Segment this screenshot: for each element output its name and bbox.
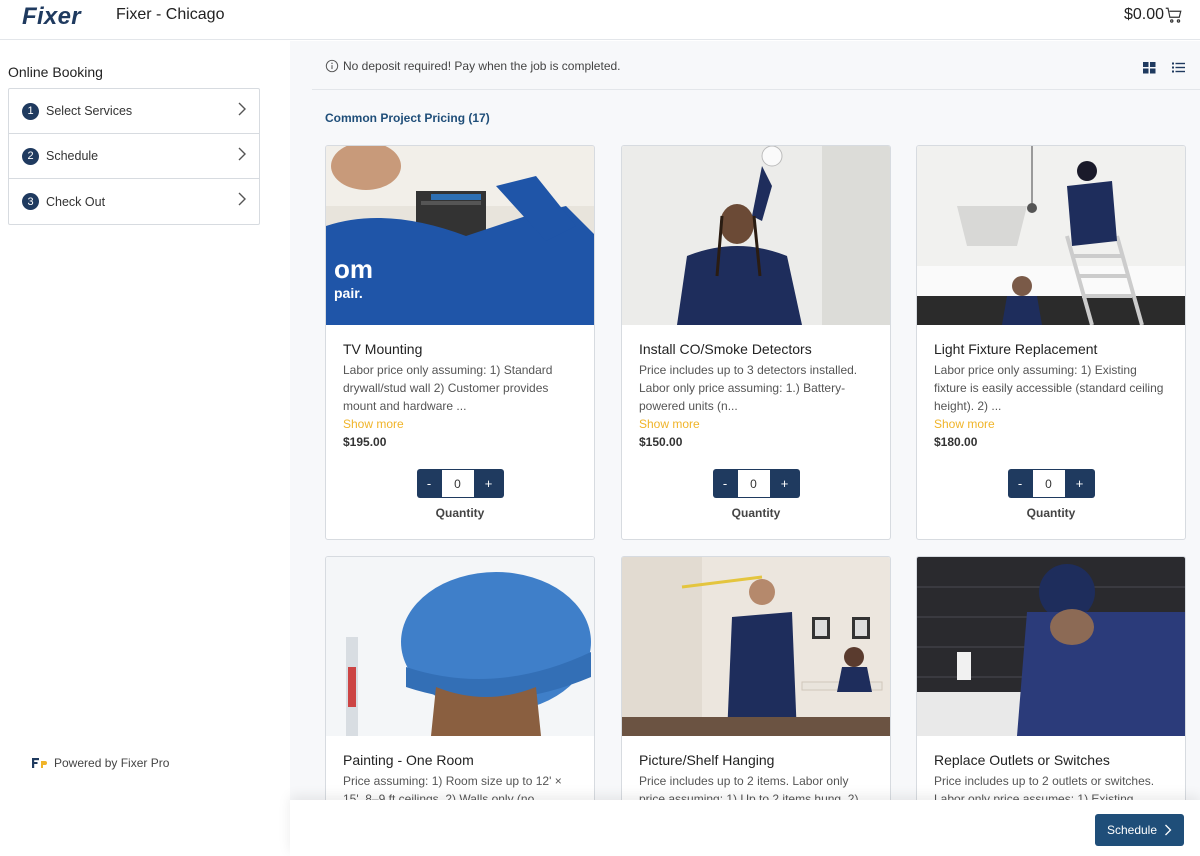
cart-button[interactable]: $0.00 bbox=[1124, 6, 1183, 24]
svg-text:om: om bbox=[334, 254, 373, 284]
section-title: Common Project Pricing (17) bbox=[325, 111, 490, 125]
service-card-light-fixture: Light Fixture Replacement Labor price on… bbox=[916, 145, 1186, 540]
decrement-button[interactable]: - bbox=[416, 469, 442, 498]
increment-button[interactable]: + bbox=[473, 469, 504, 498]
notice-divider bbox=[312, 89, 1200, 90]
service-description: Labor price only assuming: 1) Standard d… bbox=[343, 363, 553, 413]
quantity-stepper: - + bbox=[343, 469, 577, 498]
service-price: $150.00 bbox=[639, 435, 683, 449]
step-label: Check Out bbox=[46, 194, 106, 209]
show-more-link[interactable]: Show more bbox=[639, 415, 873, 433]
service-title: Painting - One Room bbox=[343, 752, 474, 768]
sidebar-title: Online Booking bbox=[8, 64, 103, 80]
fixer-logo[interactable]: Fixer bbox=[22, 3, 81, 31]
show-more-link[interactable]: Show more bbox=[343, 415, 577, 433]
service-photo: om pair. bbox=[326, 146, 594, 325]
service-photo bbox=[326, 557, 594, 736]
schedule-label: Schedule bbox=[1106, 823, 1158, 837]
main-content: No deposit required! Pay when the job is… bbox=[290, 41, 1200, 856]
quantity-label: Quantity bbox=[1026, 506, 1076, 520]
quantity-input[interactable] bbox=[441, 469, 474, 498]
chevron-right-icon bbox=[238, 147, 246, 161]
service-card-smoke-detectors: Install CO/Smoke Detectors Price include… bbox=[621, 145, 891, 540]
schedule-button[interactable]: Schedule bbox=[1095, 814, 1184, 846]
service-photo bbox=[622, 146, 890, 325]
fixer-pro-logo-icon bbox=[32, 758, 47, 768]
view-toggles bbox=[1142, 60, 1186, 75]
show-more-link[interactable]: Show more bbox=[934, 415, 1168, 433]
service-title: Install CO/Smoke Detectors bbox=[639, 341, 812, 357]
service-description: Labor price only assuming: 1) Existing f… bbox=[934, 363, 1164, 413]
cart-icon bbox=[1165, 7, 1182, 23]
increment-button[interactable]: + bbox=[1064, 469, 1095, 498]
service-price: $195.00 bbox=[343, 435, 387, 449]
step-number: 2 bbox=[22, 147, 39, 165]
step-select-services[interactable]: 1 Select Services bbox=[9, 89, 259, 134]
service-description: Price includes up to 3 detectors install… bbox=[639, 363, 858, 413]
quantity-input[interactable] bbox=[737, 469, 770, 498]
powered-by-text: Powered by Fixer Pro bbox=[54, 756, 170, 770]
step-number: 1 bbox=[22, 102, 39, 120]
powered-by[interactable]: Powered by Fixer Pro bbox=[32, 756, 169, 770]
service-photo bbox=[917, 557, 1185, 736]
step-number: 3 bbox=[22, 193, 39, 210]
service-title: Light Fixture Replacement bbox=[934, 341, 1098, 357]
service-title: Replace Outlets or Switches bbox=[934, 752, 1110, 768]
chevron-right-icon bbox=[1165, 824, 1172, 836]
notice-text: No deposit required! Pay when the job is… bbox=[343, 59, 621, 73]
step-schedule[interactable]: 2 Schedule bbox=[9, 134, 259, 179]
quantity-input[interactable] bbox=[1032, 469, 1065, 498]
deposit-notice: No deposit required! Pay when the job is… bbox=[325, 59, 621, 73]
quantity-label: Quantity bbox=[731, 506, 781, 520]
cart-total: $0.00 bbox=[1123, 6, 1164, 23]
quantity-label: Quantity bbox=[435, 506, 485, 520]
grid-view-icon[interactable] bbox=[1142, 60, 1157, 75]
quantity-stepper: - + bbox=[934, 469, 1168, 498]
service-title: Picture/Shelf Hanging bbox=[639, 752, 775, 768]
step-label: Select Services bbox=[46, 104, 133, 118]
list-view-icon[interactable] bbox=[1171, 60, 1186, 75]
step-label: Schedule bbox=[46, 149, 99, 163]
service-photo bbox=[917, 146, 1185, 325]
decrement-button[interactable]: - bbox=[712, 469, 738, 498]
svg-text:pair.: pair. bbox=[334, 285, 363, 301]
top-bar: Fixer Fixer - Chicago $0.00 bbox=[0, 0, 1200, 40]
increment-button[interactable]: + bbox=[769, 469, 800, 498]
decrement-button[interactable]: - bbox=[1007, 469, 1033, 498]
step-check-out[interactable]: 3 Check Out bbox=[9, 179, 259, 224]
service-price: $180.00 bbox=[934, 435, 978, 449]
chevron-right-icon bbox=[238, 102, 246, 116]
booking-steps: 1 Select Services 2 Schedule 3 Check Out bbox=[8, 88, 260, 225]
location-title: Fixer - Chicago bbox=[116, 6, 225, 23]
service-card-tv-mounting: om pair. TV Mounting Labor price only as… bbox=[325, 145, 595, 540]
service-title: TV Mounting bbox=[343, 341, 423, 357]
booking-sidebar: Online Booking 1 Select Services 2 Sched… bbox=[0, 41, 290, 856]
info-icon bbox=[325, 59, 339, 73]
footer-bar: Schedule bbox=[290, 800, 1200, 856]
service-photo bbox=[622, 557, 890, 736]
quantity-stepper: - + bbox=[639, 469, 873, 498]
chevron-right-icon bbox=[238, 192, 246, 206]
